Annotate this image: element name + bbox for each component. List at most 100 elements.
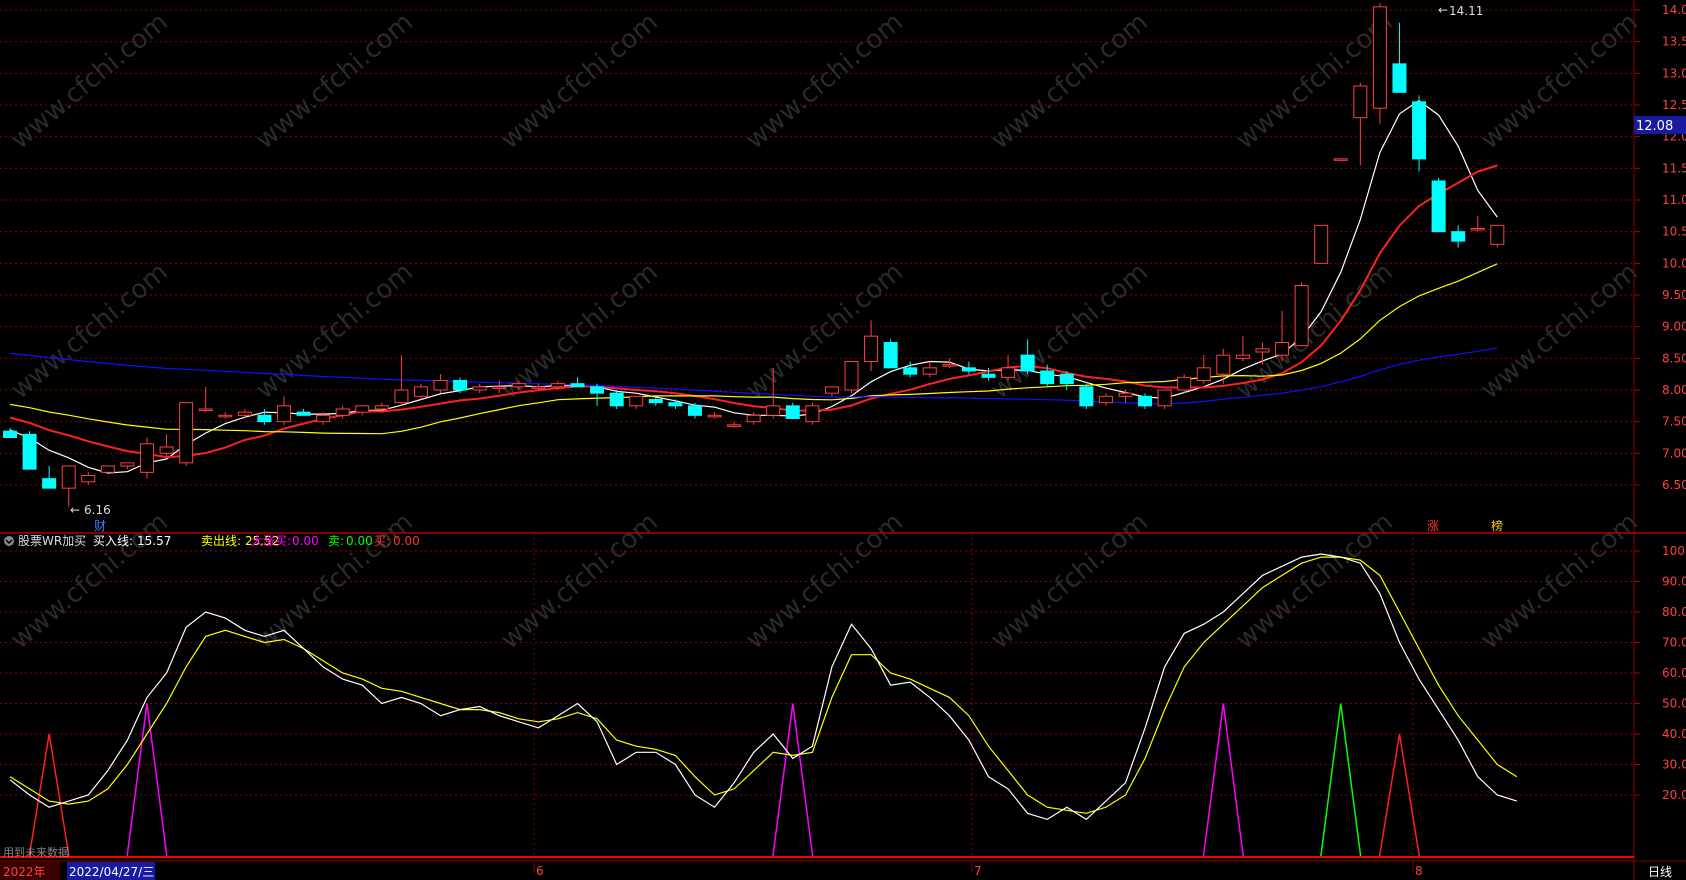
candlestick[interactable] bbox=[668, 399, 683, 410]
candlestick[interactable] bbox=[609, 390, 624, 409]
candlestick[interactable] bbox=[707, 412, 722, 419]
indicator-axis: 100.0 90.00 80.00 70.00 60.00 50.00 40.00 30.00… bbox=[1634, 544, 1686, 802]
candlestick[interactable] bbox=[883, 339, 898, 369]
candle-body bbox=[1001, 367, 1016, 378]
candlestick[interactable] bbox=[785, 402, 800, 420]
signal-peak bbox=[772, 703, 814, 858]
candlestick[interactable] bbox=[1196, 355, 1211, 384]
candlestick[interactable] bbox=[413, 383, 428, 400]
candlestick[interactable] bbox=[257, 409, 272, 425]
price-tick-label: 13.50 bbox=[1662, 35, 1686, 49]
candlestick[interactable] bbox=[61, 465, 76, 507]
candlestick[interactable] bbox=[590, 383, 605, 406]
indicator-tick-label: 40.00 bbox=[1662, 727, 1686, 741]
candlestick[interactable] bbox=[81, 472, 96, 485]
candle-body bbox=[590, 386, 605, 394]
candlestick[interactable] bbox=[1098, 393, 1113, 406]
candlestick[interactable] bbox=[139, 437, 154, 479]
buy-line-value: 15.57 bbox=[137, 534, 171, 548]
candle-body bbox=[785, 405, 800, 420]
candle-body bbox=[766, 405, 781, 416]
candlestick[interactable] bbox=[100, 465, 115, 473]
candlestick[interactable] bbox=[296, 409, 311, 416]
indicator-tick-label: 50.00 bbox=[1662, 697, 1686, 711]
candlestick[interactable] bbox=[179, 402, 194, 466]
candlestick[interactable] bbox=[120, 462, 135, 470]
candle-body bbox=[903, 367, 918, 375]
candlestick[interactable] bbox=[1353, 82, 1368, 166]
candlestick[interactable] bbox=[1372, 3, 1387, 124]
candlestick[interactable] bbox=[1490, 224, 1505, 248]
candlestick[interactable] bbox=[1451, 225, 1466, 248]
candlesticks[interactable] bbox=[3, 3, 1505, 507]
candlestick[interactable] bbox=[472, 383, 487, 394]
candlestick[interactable] bbox=[1216, 348, 1231, 384]
candle-body bbox=[1353, 85, 1368, 119]
candlestick[interactable] bbox=[961, 361, 976, 375]
candlestick[interactable] bbox=[42, 466, 57, 489]
watermark-text: www.cfchi.com bbox=[495, 7, 664, 155]
financial-report-marker[interactable]: 财 bbox=[94, 519, 106, 533]
candlestick[interactable] bbox=[570, 377, 585, 388]
candle-body bbox=[472, 386, 487, 391]
candlestick[interactable] bbox=[629, 395, 644, 409]
candlestick[interactable] bbox=[433, 374, 448, 394]
candlestick[interactable] bbox=[355, 405, 370, 416]
candlestick[interactable] bbox=[805, 402, 820, 425]
price-tick-label: 9.50 bbox=[1662, 288, 1686, 302]
candle-body bbox=[1451, 231, 1466, 242]
candlestick[interactable] bbox=[1294, 282, 1309, 347]
candle-body bbox=[276, 405, 291, 423]
candlestick[interactable] bbox=[1431, 177, 1446, 233]
candlestick[interactable] bbox=[844, 361, 859, 394]
candle-body bbox=[100, 465, 115, 473]
watermark-text: www.cfchi.com bbox=[5, 7, 174, 155]
candlestick[interactable] bbox=[824, 386, 839, 397]
period-button[interactable]: 日线 bbox=[1648, 865, 1672, 879]
watermark-text: www.cfchi.com bbox=[250, 257, 419, 405]
candle-body bbox=[257, 414, 272, 423]
candlestick[interactable] bbox=[1314, 224, 1329, 264]
candle-body bbox=[22, 433, 37, 470]
candle-body bbox=[198, 408, 213, 411]
candlestick[interactable] bbox=[198, 386, 213, 413]
candlestick[interactable] bbox=[276, 396, 291, 425]
candle-body bbox=[1470, 228, 1485, 231]
ranking-marker[interactable]: 榜 bbox=[1491, 518, 1503, 533]
stock-chart[interactable]: www.cfchi.com www.cfchi.com www.cfchi.com w… bbox=[0, 0, 1686, 880]
candlestick[interactable] bbox=[1059, 371, 1074, 390]
candle-body bbox=[355, 405, 370, 413]
candlestick[interactable] bbox=[864, 320, 879, 371]
candlestick[interactable] bbox=[237, 409, 252, 419]
candle-body bbox=[1138, 395, 1153, 407]
candle-body bbox=[961, 367, 976, 372]
candle-body bbox=[1431, 180, 1446, 233]
candlestick[interactable] bbox=[159, 434, 174, 457]
candle-body bbox=[1177, 376, 1192, 391]
candlestick[interactable] bbox=[1333, 158, 1348, 161]
candlestick[interactable] bbox=[218, 412, 233, 419]
chevron-down-icon[interactable] bbox=[4, 536, 14, 546]
candlestick[interactable] bbox=[3, 428, 17, 438]
indicator-name[interactable]: 股票WR加买 bbox=[18, 534, 86, 548]
candlestick[interactable] bbox=[727, 421, 742, 428]
candle-body bbox=[648, 399, 663, 404]
indicator-tick-label: 70.00 bbox=[1662, 636, 1686, 650]
candlestick[interactable] bbox=[1157, 389, 1172, 409]
candlestick[interactable] bbox=[1177, 374, 1192, 394]
candlestick[interactable] bbox=[1079, 383, 1094, 409]
candle-body bbox=[1040, 370, 1055, 385]
candle-body bbox=[727, 424, 742, 427]
candlestick[interactable] bbox=[1470, 215, 1485, 232]
candlestick[interactable] bbox=[22, 431, 37, 470]
candlestick[interactable] bbox=[922, 361, 937, 378]
candle-body bbox=[531, 386, 546, 389]
price-tick-label: 14.00 bbox=[1662, 3, 1686, 17]
candle-body bbox=[805, 405, 820, 423]
candlestick[interactable] bbox=[1235, 336, 1250, 362]
candlestick[interactable] bbox=[746, 412, 761, 425]
candle-body bbox=[1255, 348, 1270, 353]
candle-body bbox=[316, 414, 331, 423]
candlestick[interactable] bbox=[1412, 95, 1427, 172]
limit-up-marker[interactable]: 涨 bbox=[1427, 518, 1439, 533]
